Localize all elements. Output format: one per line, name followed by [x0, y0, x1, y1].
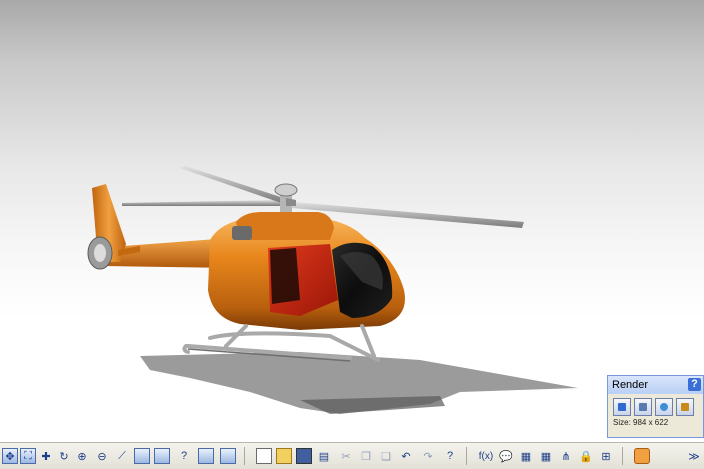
more-icon[interactable]: ≫ [686, 448, 702, 464]
fit-all-icon[interactable]: ⛶ [20, 448, 36, 464]
save-icon[interactable] [296, 448, 312, 464]
copy-icon[interactable]: ❐ [358, 448, 374, 464]
helicopter-model[interactable] [0, 0, 704, 442]
help-icon[interactable]: ? [688, 378, 701, 391]
table-icon[interactable]: ▦ [538, 448, 554, 464]
render-panel-title[interactable]: Render ? [608, 376, 703, 394]
help-icon[interactable]: ? [176, 448, 192, 464]
multi-view-icon[interactable] [134, 448, 150, 464]
render-size-label: Size: 984 x 622 [613, 418, 669, 427]
cut-icon[interactable]: ✂ [338, 448, 354, 464]
3d-viewport[interactable] [0, 0, 704, 442]
new-icon[interactable] [256, 448, 272, 464]
whats-this-icon[interactable]: ? [442, 448, 458, 464]
hide-show-icon[interactable] [220, 448, 236, 464]
redo-icon[interactable]: ↷ [420, 448, 436, 464]
lock-icon[interactable]: 🔒 [578, 448, 594, 464]
compass-icon[interactable]: ⊞ [598, 448, 614, 464]
isometric-view-icon[interactable] [154, 448, 170, 464]
undo-icon[interactable]: ↶ [398, 448, 414, 464]
render-title-text: Render [612, 379, 649, 391]
rotor-blade-back [180, 166, 290, 204]
bottom-toolbar: ✥ ⛶ ✚ ↻ ⊕ ⊖ ⟋ ? ▤ ✂ ❐ ❏ ↶ ↷ ? f(x) 💬 ▦ ▦… [0, 442, 704, 469]
formula-icon[interactable]: f(x) [476, 448, 496, 464]
print-icon[interactable]: ▤ [316, 448, 332, 464]
render-toolbar-panel[interactable]: Render ? Size: 984 x 622 [607, 375, 704, 438]
zoom-in-icon[interactable]: ⊕ [74, 448, 90, 464]
table-icon[interactable]: ▦ [518, 448, 534, 464]
tree-icon[interactable]: ⋔ [558, 448, 574, 464]
render-scene-icon[interactable] [676, 398, 694, 416]
capture-icon[interactable] [655, 398, 673, 416]
move-icon[interactable]: ✚ [38, 448, 54, 464]
render-icon[interactable] [613, 398, 631, 416]
zoom-out-icon[interactable]: ⊖ [94, 448, 110, 464]
shading-icon[interactable] [198, 448, 214, 464]
pan-icon[interactable]: ✥ [2, 448, 18, 464]
paste-icon[interactable]: ❏ [378, 448, 394, 464]
rotate-icon[interactable]: ↻ [56, 448, 72, 464]
render-toolbar-icon[interactable] [634, 448, 650, 464]
open-icon[interactable] [276, 448, 292, 464]
rotor-blade-left [122, 200, 282, 206]
comment-icon[interactable]: 💬 [498, 448, 514, 464]
render-settings-icon[interactable] [634, 398, 652, 416]
normal-view-icon[interactable]: ⟋ [114, 448, 130, 464]
